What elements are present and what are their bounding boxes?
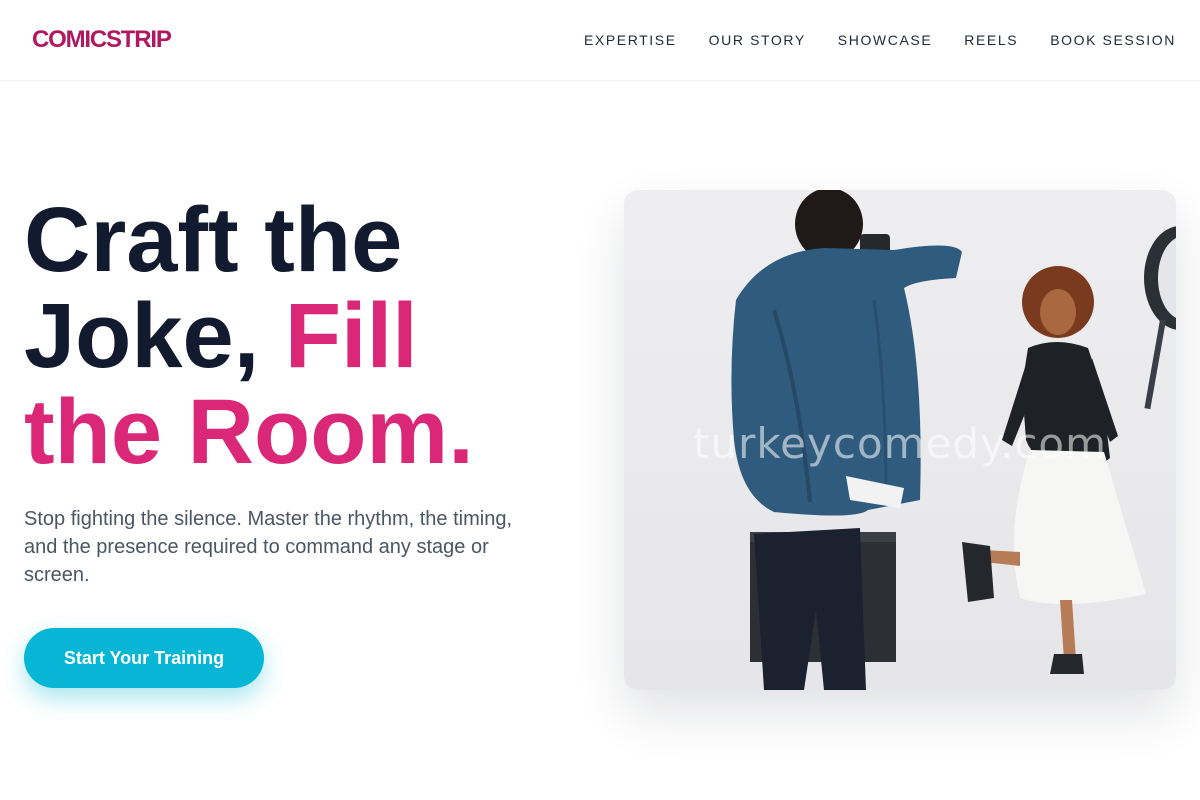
headline-line-2b: Fill [284, 285, 418, 387]
hero-headline: Craft the Joke, Fill the Room. [24, 192, 584, 480]
nav-link-our-story[interactable]: OUR STORY [709, 31, 806, 49]
headline-line-1: Craft the [24, 189, 403, 291]
hero-photo: turkeycomedy.com [624, 190, 1176, 690]
model-woman [962, 266, 1146, 674]
photographer [731, 190, 962, 690]
headline-line-2a: Joke, [24, 285, 285, 387]
nav-link-expertise[interactable]: EXPERTISE [584, 31, 677, 49]
hero-subtext: Stop fighting the silence. Master the rh… [24, 508, 513, 586]
photo-illustration [731, 190, 1176, 690]
site-header: COMICSTRIP EXPERTISE OUR STORY SHOWCASE … [0, 0, 1200, 81]
nav-link-showcase[interactable]: SHOWCASE [838, 31, 932, 49]
start-training-button[interactable]: Start Your Training [24, 628, 264, 688]
site-logo[interactable]: COMICSTRIP [32, 26, 172, 54]
studio-light [1144, 226, 1176, 410]
nav-link-reels[interactable]: REELS [964, 31, 1018, 49]
headline-line-3: the Room. [24, 381, 474, 483]
nav-link-book-session[interactable]: BOOK SESSION [1050, 31, 1176, 49]
main-nav: EXPERTISE OUR STORY SHOWCASE REELS BOOK … [584, 31, 1176, 49]
